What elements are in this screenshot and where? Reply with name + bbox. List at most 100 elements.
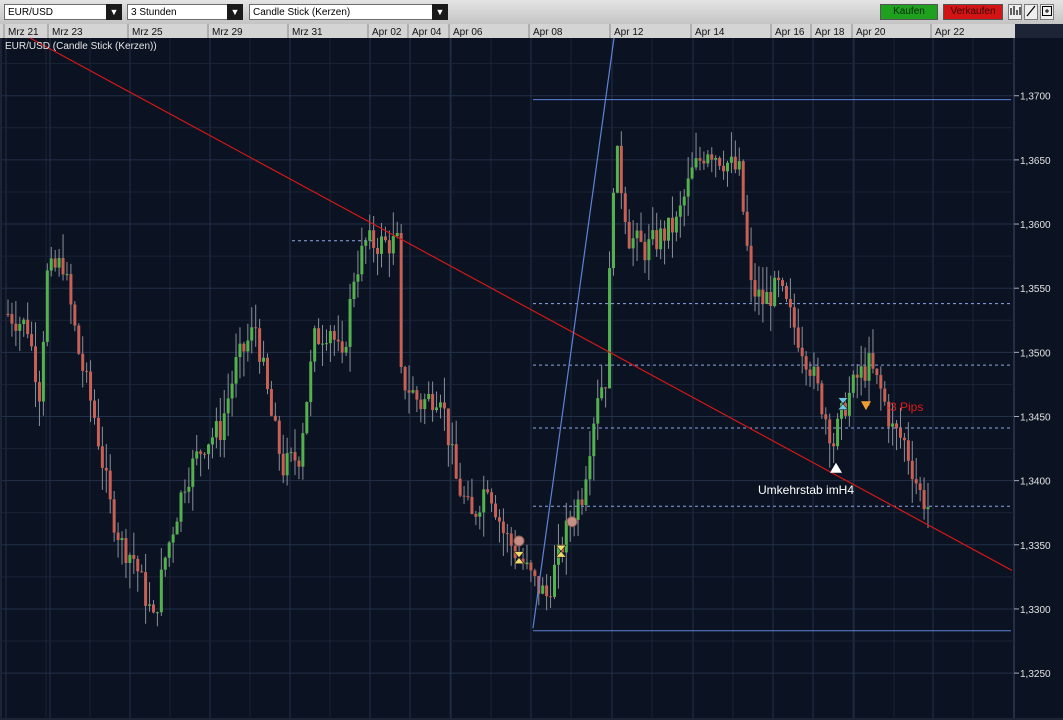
candle-body[interactable] [596,398,600,424]
candle-body[interactable] [49,258,53,271]
candle-body[interactable] [92,400,96,418]
candle-body[interactable] [30,334,34,347]
candle-body[interactable] [116,532,120,541]
candle-body[interactable] [151,604,155,613]
candle-body[interactable] [336,339,340,342]
candle-body[interactable] [910,460,914,480]
candle-body[interactable] [533,570,537,577]
candle-body[interactable] [411,390,415,393]
candle-body[interactable] [454,444,458,479]
candle-body[interactable] [922,490,926,510]
candle-body[interactable] [37,382,41,402]
candle-body[interactable] [784,285,788,299]
candle-body[interactable] [761,289,765,304]
bar-chart-icon[interactable] [1008,4,1022,20]
candle-body[interactable] [651,230,655,240]
candle-body[interactable] [136,558,140,572]
candle-body[interactable] [663,228,667,241]
candle-body[interactable] [486,489,490,493]
candle-body[interactable] [623,193,627,222]
candle-body[interactable] [281,453,285,476]
candle-body[interactable] [321,343,325,345]
candle-body[interactable] [525,562,529,565]
candle-body[interactable] [832,443,836,447]
candle-body[interactable] [631,238,635,249]
candle-body[interactable] [340,341,344,353]
candle-body[interactable] [222,413,226,441]
candle-body[interactable] [722,165,726,172]
candle-body[interactable] [41,341,45,402]
candle-body[interactable] [285,453,289,476]
candle-body[interactable] [914,479,918,484]
candle-body[interactable] [57,258,61,268]
candle-body[interactable] [501,521,505,534]
candle-body[interactable] [863,366,867,381]
candle-body[interactable] [462,495,466,497]
candle-body[interactable] [446,408,450,446]
candle-body[interactable] [246,340,250,352]
candle-body[interactable] [753,280,757,297]
candle-body[interactable] [348,298,352,347]
candle-body[interactable] [120,538,124,541]
candle-body[interactable] [104,467,108,471]
candle-body[interactable] [324,343,328,345]
candle-body[interactable] [906,440,910,461]
candle-body[interactable] [309,361,313,403]
candle-body[interactable] [529,562,533,571]
candle-body[interactable] [372,230,376,248]
candle-body[interactable] [183,491,187,493]
candle-body[interactable] [175,521,179,535]
candle-body[interactable] [725,162,729,172]
candle-body[interactable] [470,496,474,515]
candle-body[interactable] [96,417,100,447]
candle-body[interactable] [265,357,269,390]
candle-body[interactable] [667,217,671,241]
candle-body[interactable] [317,328,321,345]
candle-body[interactable] [494,503,498,518]
candle-body[interactable] [69,274,73,305]
candle-body[interactable] [871,353,875,369]
candle-body[interactable] [541,585,545,594]
candle-body[interactable] [328,331,332,344]
candle-body[interactable] [643,241,647,261]
candle-body[interactable] [891,423,895,427]
candle-body[interactable] [144,572,148,606]
candle-body[interactable] [804,356,808,370]
candle-body[interactable] [714,157,718,160]
candle-body[interactable] [659,228,663,250]
candle-body[interactable] [214,421,218,438]
candle-body[interactable] [419,399,423,410]
candle-body[interactable] [458,478,462,496]
candle-body[interactable] [851,374,855,393]
candle-body[interactable] [26,319,30,335]
candle-body[interactable] [199,451,203,454]
candle-body[interactable] [313,328,317,362]
candle-body[interactable] [148,604,152,606]
candle-body[interactable] [269,389,273,416]
candle-body[interactable] [777,277,781,281]
candle-body[interactable] [580,499,584,506]
candle-body[interactable] [875,368,879,376]
candle-body[interactable] [403,367,407,391]
candle-body[interactable] [442,402,446,409]
candle-body[interactable] [344,346,348,353]
candle-body[interactable] [576,499,580,520]
candle-body[interactable] [305,402,309,434]
candle-body[interactable] [297,460,301,467]
candle-body[interactable] [364,240,368,246]
candle-body[interactable] [391,236,395,254]
candle-body[interactable] [332,331,336,340]
candle-body[interactable] [509,533,513,546]
candle-body[interactable] [301,433,305,467]
candle-body[interactable] [686,178,690,197]
candle-body[interactable] [490,492,494,504]
period-select[interactable]: 3 Stunden ▼ [127,4,243,20]
candle-body[interactable] [387,240,391,254]
candle-body[interactable] [18,324,22,331]
candle-body[interactable] [230,383,234,399]
candle-body[interactable] [800,347,804,357]
candle-body[interactable] [588,456,592,480]
candle-body[interactable] [781,280,785,286]
candle-body[interactable] [895,423,899,429]
candle-body[interactable] [584,479,588,506]
